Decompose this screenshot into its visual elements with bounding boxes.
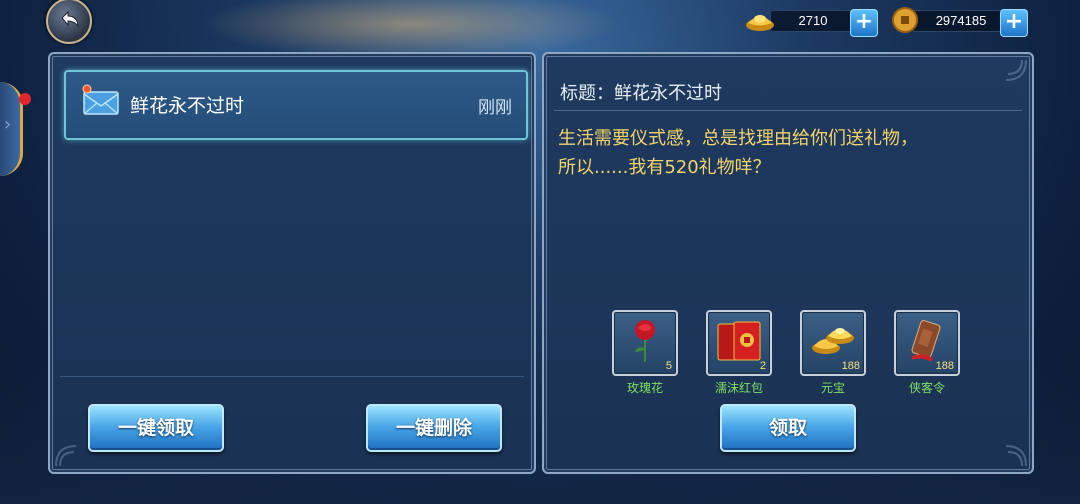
reward-quantity: 5: [665, 360, 672, 372]
red-envelope-icon: [717, 321, 761, 361]
mail-detail-body: 生活需要仪式感，总是找理由给你们送礼物， 所以......我有520礼物咩？: [558, 128, 918, 178]
background-glow: [200, 0, 620, 60]
reward-slot[interactable]: 188: [800, 310, 866, 376]
add-gold-button[interactable]: +: [850, 9, 878, 37]
reward-item[interactable]: 2 濡沫红包: [706, 310, 772, 396]
chevron-right-icon[interactable]: ›: [4, 116, 11, 134]
back-button[interactable]: [46, 0, 92, 44]
token-scroll-icon: [911, 320, 941, 362]
mail-detail-title: 标题：鲜花永不过时: [560, 83, 722, 104]
corner-ornament-icon: [996, 436, 1030, 470]
reward-slot[interactable]: 188: [894, 310, 960, 376]
reward-slot[interactable]: 5: [612, 310, 678, 376]
divider: [60, 376, 524, 377]
reward-item[interactable]: 188 侠客令: [894, 310, 960, 396]
gold-ingot-icon: [746, 15, 774, 31]
corner-ornament-icon: [52, 436, 86, 470]
claim-all-button[interactable]: 一键领取: [88, 404, 224, 452]
delete-all-button[interactable]: 一键删除: [366, 404, 502, 452]
claim-button[interactable]: 领取: [720, 404, 856, 452]
reward-name: 侠客令: [908, 381, 945, 395]
mail-item-title: 鲜花永不过时: [130, 95, 245, 117]
reward-quantity: 188: [935, 360, 954, 372]
reward-slot[interactable]: 2: [706, 310, 772, 376]
reward-item[interactable]: 5 玫瑰花: [612, 310, 678, 396]
coin-amount: 2974185: [912, 10, 1010, 32]
add-coin-button[interactable]: +: [1000, 9, 1028, 37]
copper-coin-icon: [892, 7, 918, 33]
mail-item-time: 刚刚: [478, 98, 512, 118]
reward-name: 玫瑰花: [626, 381, 663, 395]
reward-name: 元宝: [820, 381, 845, 395]
gold-ingot-icon: [812, 328, 854, 354]
corner-ornament-icon: [996, 56, 1030, 90]
reward-quantity: 2: [759, 360, 766, 372]
reward-quantity: 188: [841, 360, 860, 372]
mail-list-panel: 鲜花永不过时 刚刚 一键领取 一键删除: [48, 52, 536, 474]
notification-dot: [19, 93, 31, 105]
mail-detail-panel: 标题：鲜花永不过时 生活需要仪式感，总是找理由给你们送礼物， 所以......我…: [542, 52, 1034, 474]
reward-item[interactable]: 188 元宝: [800, 310, 866, 396]
gold-amount: 2710: [770, 10, 856, 32]
back-arrow-icon: [61, 10, 79, 28]
divider: [554, 110, 1022, 111]
rose-icon: [635, 320, 655, 362]
mail-list-item[interactable]: 鲜花永不过时 刚刚: [64, 70, 528, 140]
envelope-icon: [82, 84, 119, 115]
reward-name: 濡沫红包: [714, 381, 763, 395]
